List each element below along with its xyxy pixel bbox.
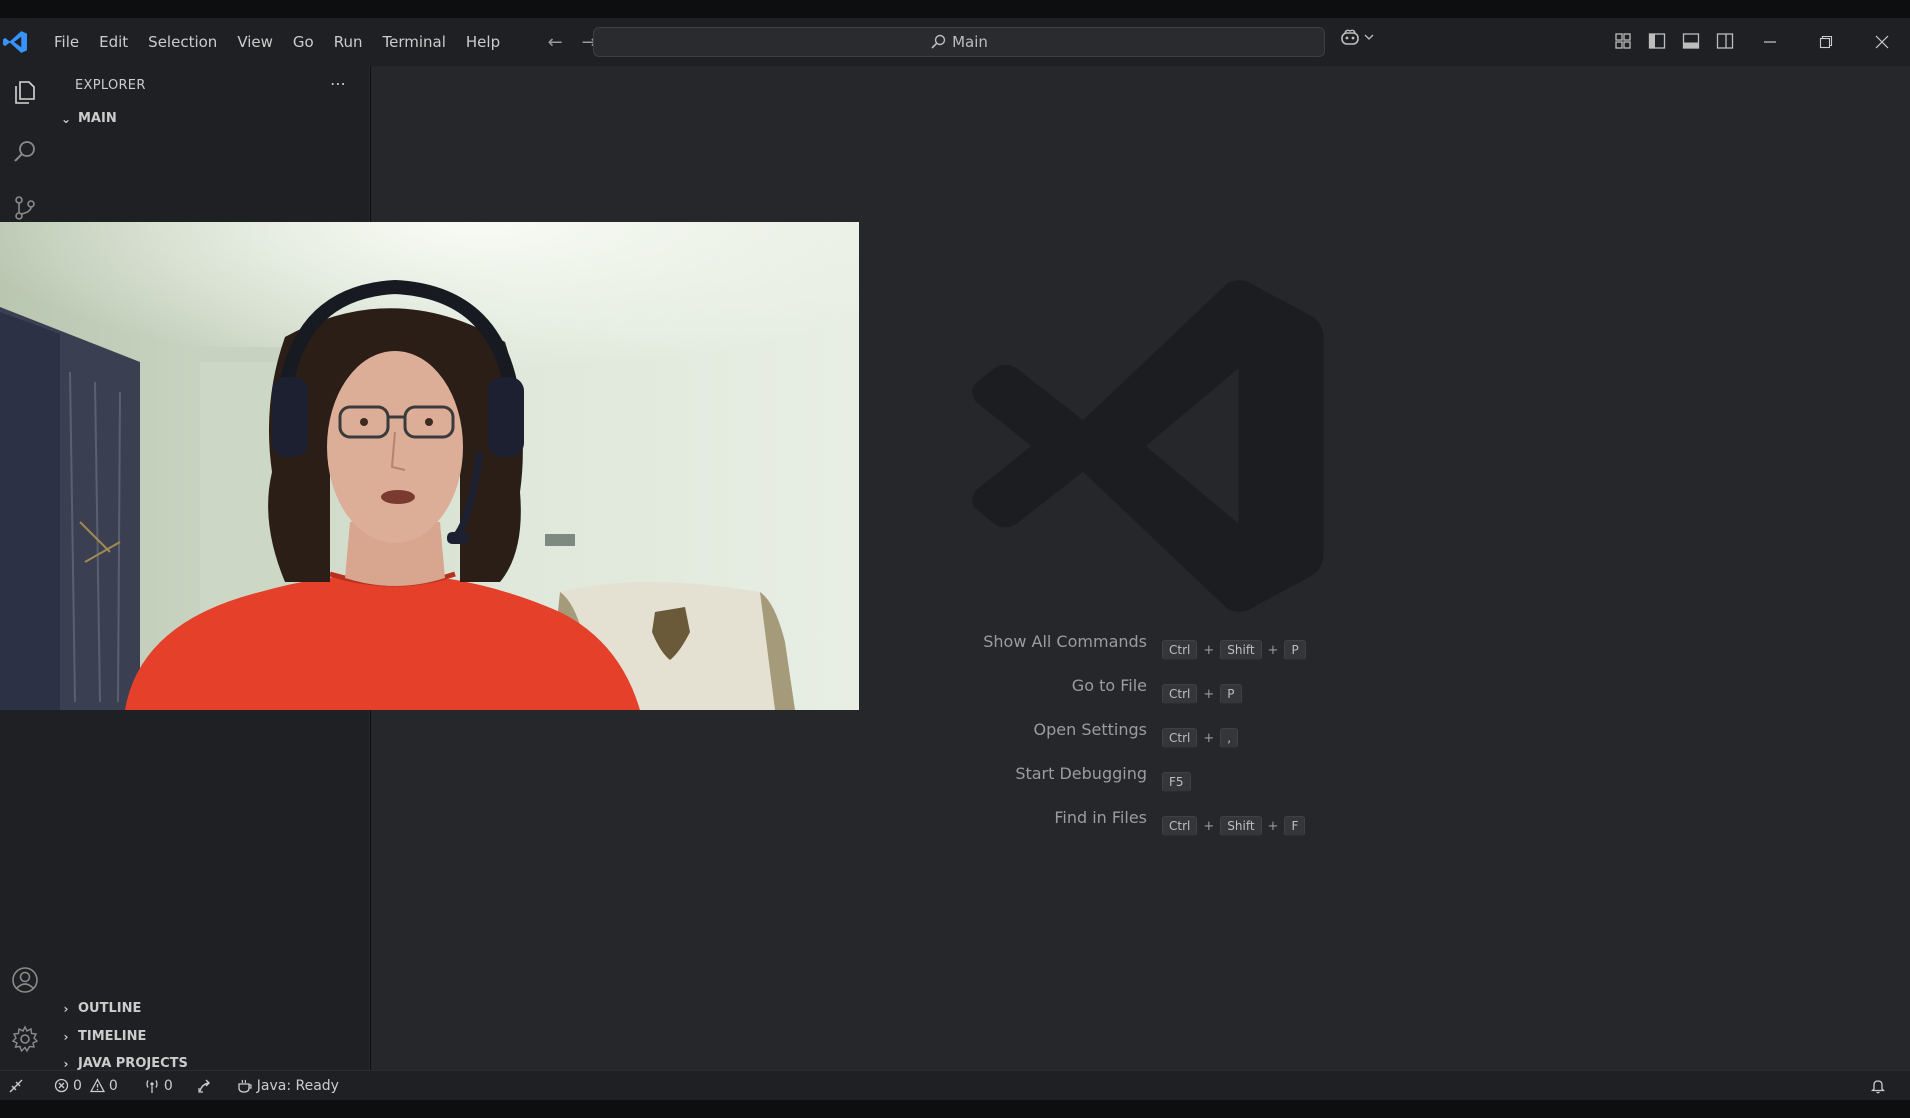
error-count: 0 (73, 1077, 82, 1094)
warning-icon (89, 1078, 105, 1093)
customize-layout-icon[interactable] (1612, 30, 1634, 52)
key: Shift (1220, 640, 1262, 660)
bottom-frame-band (0, 1100, 1910, 1118)
key: Ctrl (1162, 816, 1198, 836)
key: P (1284, 640, 1306, 660)
search-icon[interactable] (5, 132, 45, 172)
notifications-button[interactable] (1862, 1078, 1894, 1094)
folder-main[interactable]: ⌄ MAIN (56, 111, 117, 126)
webcam-video-image (0, 222, 859, 710)
minimize-icon[interactable] (1742, 18, 1798, 66)
key: P (1220, 684, 1242, 704)
menu-bar: File Edit Selection View Go Run Terminal… (44, 27, 510, 57)
ports-indicator[interactable]: 0 (136, 1078, 181, 1094)
section-label: OUTLINE (78, 1001, 142, 1016)
error-icon (54, 1078, 69, 1093)
menu-run[interactable]: Run (324, 27, 373, 57)
java-status[interactable]: Java: Ready (229, 1078, 347, 1094)
close-icon[interactable] (1854, 18, 1910, 66)
key: Ctrl (1162, 640, 1198, 660)
chevron-right-icon: › (63, 1001, 69, 1016)
chevron-down-icon (1364, 34, 1374, 40)
restore-icon[interactable] (1798, 18, 1854, 66)
menu-selection[interactable]: Selection (138, 27, 227, 57)
problems-indicator[interactable]: 0 0 (46, 1078, 126, 1094)
live-share-icon (198, 1079, 210, 1093)
back-arrow-icon[interactable]: ← (544, 32, 566, 53)
shortcut-keys: Ctrl + P (1162, 684, 1242, 704)
toggle-primary-sidebar-icon[interactable] (1646, 30, 1668, 52)
ports-count: 0 (163, 1077, 173, 1094)
section-label: TIMELINE (78, 1029, 147, 1044)
menu-help[interactable]: Help (456, 27, 510, 57)
menu-view[interactable]: View (227, 27, 283, 57)
accounts-icon[interactable] (5, 960, 45, 1000)
explorer-title: EXPLORER (75, 78, 146, 93)
chevron-down-icon: ⌄ (60, 111, 72, 126)
section-timeline[interactable]: › TIMELINE (56, 1029, 147, 1044)
remote-indicator[interactable] (0, 1078, 32, 1094)
copilot-menu-button[interactable] (1340, 28, 1374, 46)
key: F (1284, 816, 1306, 836)
history-navigation: ← → (544, 32, 600, 53)
menu-edit[interactable]: Edit (89, 27, 138, 57)
menu-terminal[interactable]: Terminal (373, 27, 456, 57)
title-bar: File Edit Selection View Go Run Terminal… (0, 18, 1910, 66)
webcam-overlay (0, 222, 859, 710)
coffee-cup-icon (238, 1079, 252, 1093)
status-bar: 0 0 0 Java: Ready (0, 1070, 1910, 1100)
toggle-panel-icon[interactable] (1680, 30, 1702, 52)
more-actions-icon[interactable]: ⋯ (330, 74, 347, 93)
command-center-label: Main (952, 33, 988, 51)
warning-count: 0 (108, 1077, 118, 1094)
gear-icon[interactable] (5, 1019, 45, 1059)
menu-go[interactable]: Go (283, 27, 324, 57)
live-share-indicator[interactable] (189, 1078, 221, 1094)
vscode-watermark-icon (972, 280, 1324, 612)
key: , (1220, 728, 1239, 748)
top-frame-band (0, 0, 1910, 18)
menu-file[interactable]: File (44, 27, 89, 57)
section-outline[interactable]: › OUTLINE (56, 1001, 142, 1016)
key: Ctrl (1162, 728, 1198, 748)
section-label: JAVA PROJECTS (78, 1056, 188, 1071)
key: F5 (1162, 772, 1191, 792)
vscode-logo-icon (3, 31, 27, 53)
shortcut-keys: Ctrl + , (1162, 728, 1239, 748)
shortcut-keys: Ctrl + Shift + F (1162, 816, 1306, 836)
broadcast-icon (146, 1079, 158, 1093)
chevron-right-icon: › (63, 1029, 69, 1044)
layout-controls (1612, 30, 1736, 52)
key: Ctrl (1162, 684, 1198, 704)
shortcut-label: Open Settings (1033, 719, 1147, 739)
command-center-search[interactable]: Main (593, 27, 1325, 57)
bell-icon (1870, 1079, 1886, 1093)
search-icon (931, 34, 946, 49)
remote-icon (9, 1079, 23, 1092)
shortcut-label: Start Debugging (1015, 763, 1147, 783)
folder-label: MAIN (78, 111, 117, 126)
window-controls (1742, 18, 1910, 66)
chevron-right-icon: › (63, 1056, 69, 1071)
shortcut-keys: Ctrl + Shift + P (1162, 640, 1306, 660)
explorer-icon[interactable] (5, 72, 45, 112)
copilot-icon (1341, 29, 1359, 45)
key: Shift (1220, 816, 1262, 836)
toggle-secondary-sidebar-icon[interactable] (1714, 30, 1736, 52)
shortcut-keys: F5 (1162, 772, 1191, 792)
section-java-projects[interactable]: › JAVA PROJECTS (56, 1056, 188, 1071)
shortcut-label: Find in Files (1054, 807, 1147, 827)
java-status-label: Java: Ready (256, 1077, 339, 1094)
